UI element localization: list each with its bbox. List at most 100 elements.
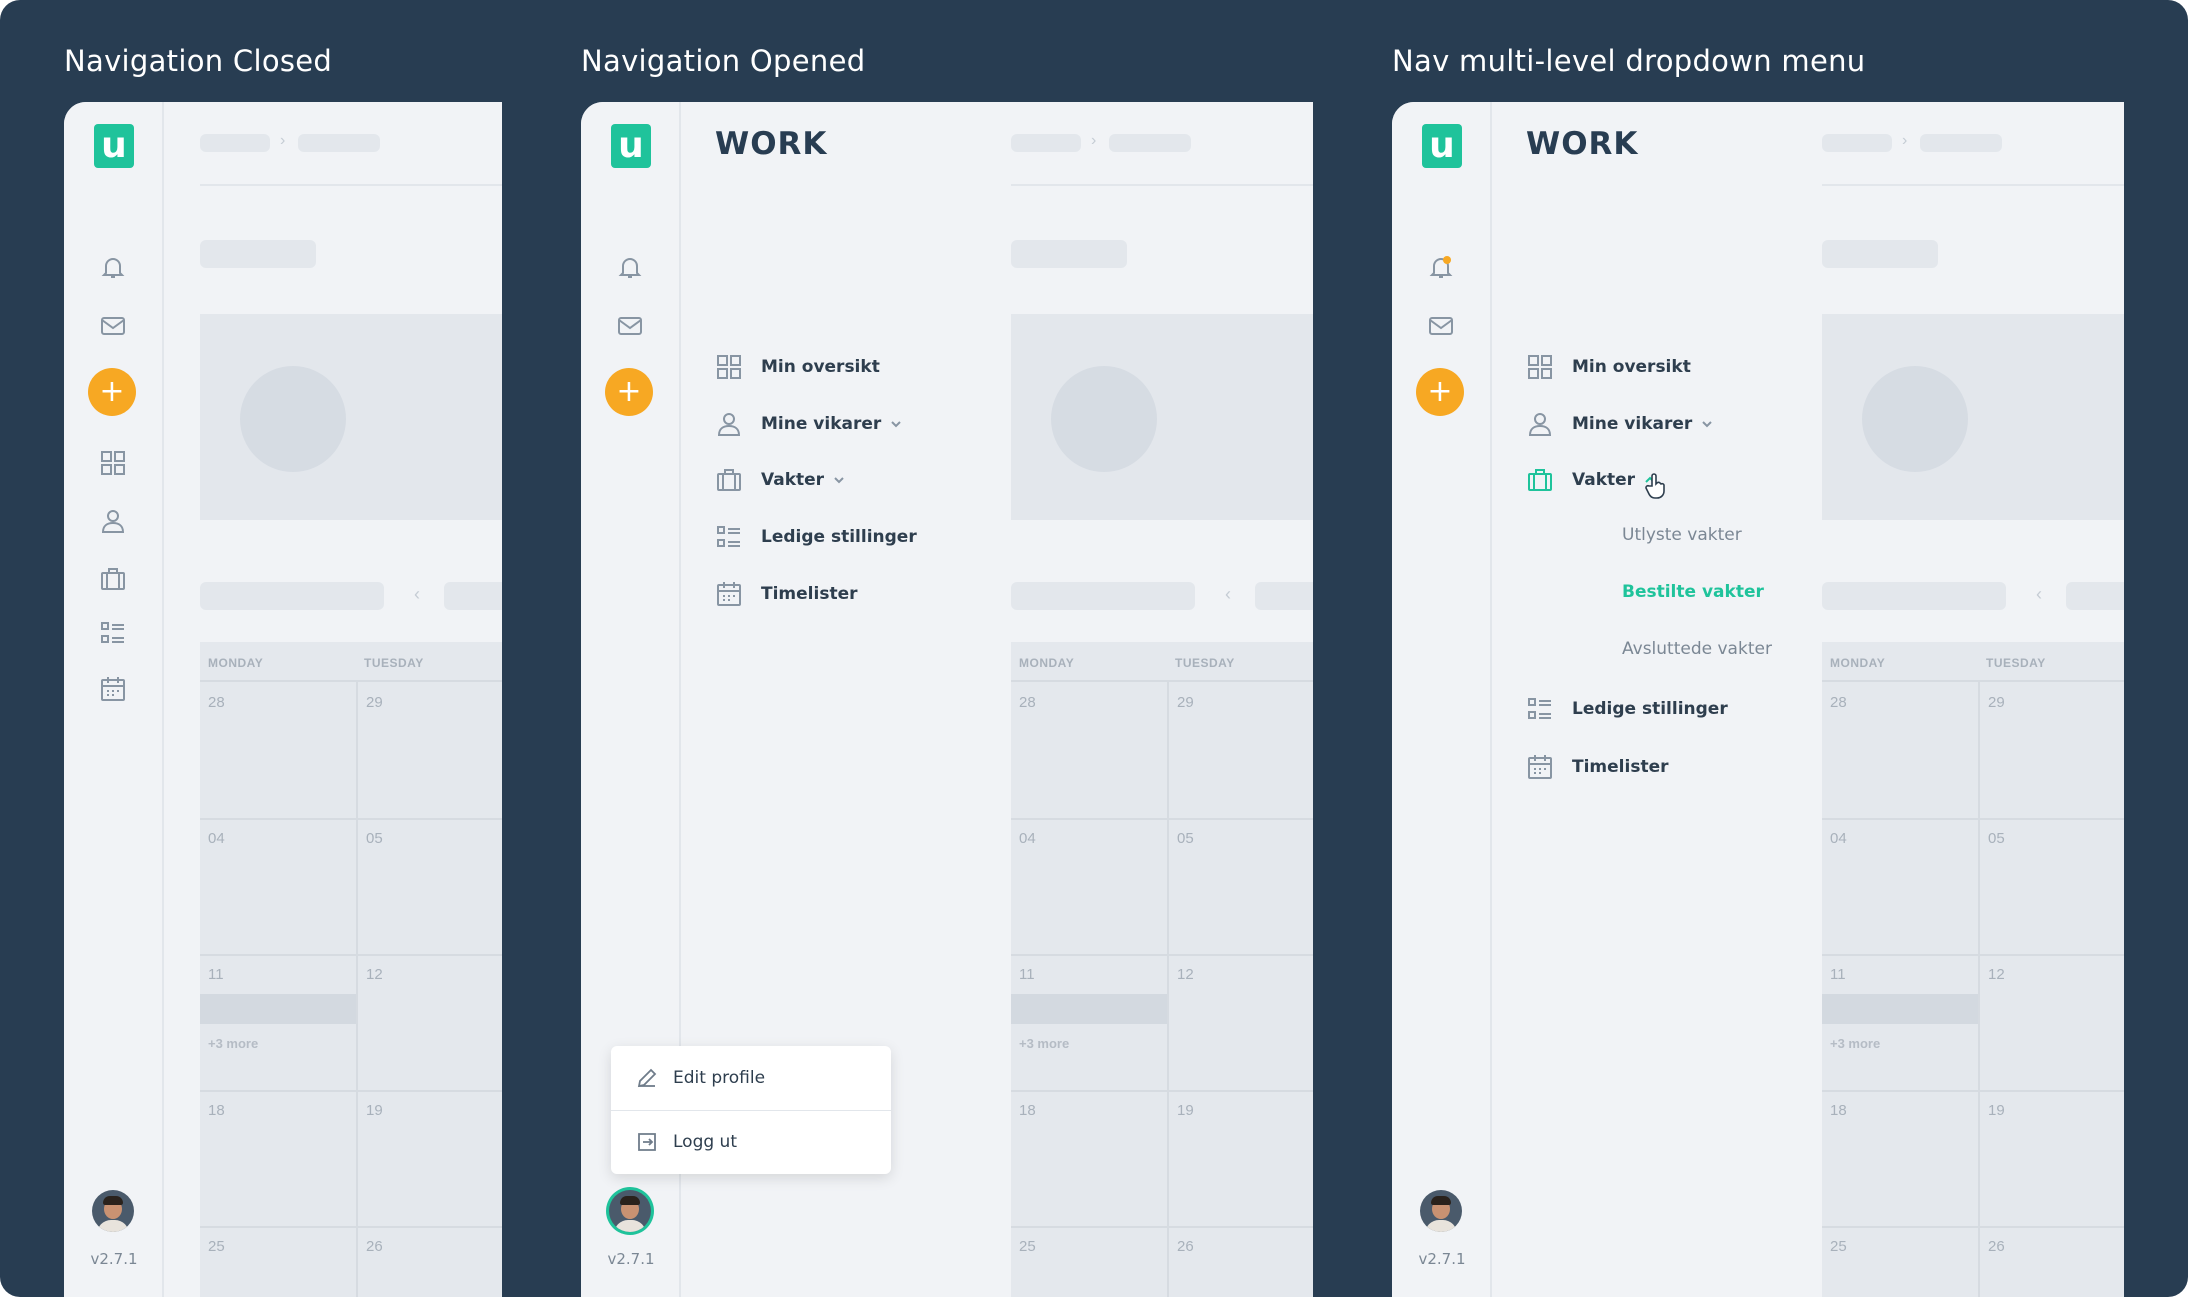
- event-bar[interactable]: [1011, 994, 1167, 1024]
- edit-profile-menu-item[interactable]: Edit profile: [611, 1046, 891, 1110]
- calendar-icon[interactable]: [98, 674, 128, 704]
- menu-label: Logg ut: [673, 1132, 737, 1152]
- add-button[interactable]: +: [605, 368, 653, 416]
- chevron-down-icon[interactable]: [1700, 417, 1714, 431]
- day-number[interactable]: 28: [208, 694, 225, 711]
- grid-icon[interactable]: [98, 448, 128, 478]
- bell-icon[interactable]: [98, 252, 128, 282]
- nav-item-vakter-expanded[interactable]: Vakter: [1526, 463, 1657, 497]
- more-events-link[interactable]: +3 more: [1019, 1036, 1069, 1051]
- column-divider: [1978, 682, 1980, 1297]
- day-number[interactable]: 28: [1830, 694, 1847, 711]
- page-content: › ‹ MONDAY TUESDAY 28 29 04 05 11 12 +3 …: [1822, 102, 2124, 1297]
- row-divider: [1822, 818, 2124, 820]
- day-number[interactable]: 28: [1019, 694, 1036, 711]
- subnav-item-avsluttede-vakter[interactable]: Avsluttede vakter: [1622, 639, 1772, 659]
- day-number[interactable]: 12: [1177, 966, 1194, 983]
- app-logo[interactable]: u: [1422, 124, 1462, 168]
- day-number[interactable]: 19: [1177, 1102, 1194, 1119]
- nav-label: Timelister: [761, 584, 858, 604]
- mail-icon[interactable]: [615, 311, 645, 341]
- day-number[interactable]: 25: [208, 1238, 225, 1255]
- nav-item-min-oversikt[interactable]: Min oversikt: [715, 350, 880, 384]
- day-number[interactable]: 19: [366, 1102, 383, 1119]
- day-number[interactable]: 05: [366, 830, 383, 847]
- day-number[interactable]: 11: [1830, 966, 1846, 983]
- nav-item-vakter[interactable]: Vakter: [715, 463, 846, 497]
- person-icon[interactable]: [98, 506, 128, 536]
- row-divider: [1011, 818, 1313, 820]
- chevron-down-icon[interactable]: [889, 417, 903, 431]
- day-number[interactable]: 18: [208, 1102, 225, 1119]
- day-number[interactable]: 05: [1177, 830, 1194, 847]
- nav-item-mine-vikarer[interactable]: Mine vikarer: [1526, 407, 1714, 441]
- day-number[interactable]: 18: [1830, 1102, 1847, 1119]
- day-number[interactable]: 05: [1988, 830, 2005, 847]
- day-number[interactable]: 11: [1019, 966, 1035, 983]
- user-avatar[interactable]: [1420, 1190, 1462, 1232]
- day-number[interactable]: 25: [1830, 1238, 1847, 1255]
- chevron-left-icon[interactable]: ‹: [414, 584, 420, 605]
- day-name: TUESDAY: [1175, 656, 1235, 670]
- day-name: MONDAY: [208, 656, 264, 670]
- day-name: TUESDAY: [1986, 656, 2046, 670]
- day-number[interactable]: 26: [366, 1238, 383, 1255]
- event-bar[interactable]: [200, 994, 356, 1024]
- user-avatar[interactable]: [609, 1190, 651, 1232]
- day-number[interactable]: 12: [1988, 966, 2005, 983]
- day-number[interactable]: 19: [1988, 1102, 2005, 1119]
- add-button[interactable]: +: [88, 368, 136, 416]
- list-icon[interactable]: [98, 618, 128, 648]
- nav-label: Vakter: [761, 470, 825, 490]
- column-divider: [1167, 682, 1169, 1297]
- chevron-left-icon[interactable]: ‹: [1225, 584, 1231, 605]
- section-title: WORK: [715, 126, 828, 162]
- day-number[interactable]: 11: [208, 966, 224, 983]
- day-number[interactable]: 29: [366, 694, 383, 711]
- day-number[interactable]: 04: [1019, 830, 1036, 847]
- more-events-link[interactable]: +3 more: [1830, 1036, 1880, 1051]
- day-number[interactable]: 04: [1830, 830, 1847, 847]
- day-number[interactable]: 12: [366, 966, 383, 983]
- breadcrumb-placeholder: [1109, 134, 1191, 152]
- day-number[interactable]: 18: [1019, 1102, 1036, 1119]
- nav-item-timelister[interactable]: Timelister: [715, 577, 857, 611]
- calendar-icon: [1526, 753, 1554, 781]
- event-bar[interactable]: [1822, 994, 1978, 1024]
- briefcase-icon: [715, 466, 743, 494]
- day-number[interactable]: 26: [1177, 1238, 1194, 1255]
- toolbar-placeholder: [1011, 582, 1195, 610]
- day-number[interactable]: 29: [1988, 694, 2005, 711]
- user-avatar[interactable]: [92, 1190, 134, 1232]
- mail-icon[interactable]: [98, 311, 128, 341]
- toolbar-placeholder: [1255, 582, 1313, 610]
- nav-item-ledige-stillinger[interactable]: Ledige stillinger: [1526, 692, 1728, 726]
- nav-item-timelister[interactable]: Timelister: [1526, 750, 1668, 784]
- chevron-down-icon[interactable]: [832, 473, 846, 487]
- day-number[interactable]: 25: [1019, 1238, 1036, 1255]
- more-events-link[interactable]: +3 more: [208, 1036, 258, 1051]
- bell-icon[interactable]: [1426, 252, 1456, 282]
- app-logo[interactable]: u: [94, 124, 134, 168]
- image-placeholder: [240, 366, 346, 472]
- day-number[interactable]: 04: [208, 830, 225, 847]
- app-logo[interactable]: u: [611, 124, 651, 168]
- nav-label: Ledige stillinger: [1572, 699, 1728, 719]
- nav-item-mine-vikarer[interactable]: Mine vikarer: [715, 407, 903, 441]
- nav-label: Mine vikarer: [1572, 414, 1693, 434]
- day-number[interactable]: 26: [1988, 1238, 2005, 1255]
- row-divider: [1822, 954, 2124, 956]
- mail-icon[interactable]: [1426, 311, 1456, 341]
- logout-menu-item[interactable]: Logg ut: [611, 1110, 891, 1174]
- nav-label: Min oversikt: [761, 357, 880, 377]
- nav-item-min-oversikt[interactable]: Min oversikt: [1526, 350, 1691, 384]
- day-number[interactable]: 29: [1177, 694, 1194, 711]
- add-button[interactable]: +: [1416, 368, 1464, 416]
- briefcase-icon[interactable]: [98, 564, 128, 594]
- subnav-item-utlyste-vakter[interactable]: Utlyste vakter: [1622, 525, 1742, 545]
- nav-item-ledige-stillinger[interactable]: Ledige stillinger: [715, 520, 917, 554]
- breadcrumb-placeholder: [1920, 134, 2002, 152]
- subnav-item-bestilte-vakter[interactable]: Bestilte vakter: [1622, 582, 1764, 602]
- chevron-left-icon[interactable]: ‹: [2036, 584, 2042, 605]
- bell-icon[interactable]: [615, 252, 645, 282]
